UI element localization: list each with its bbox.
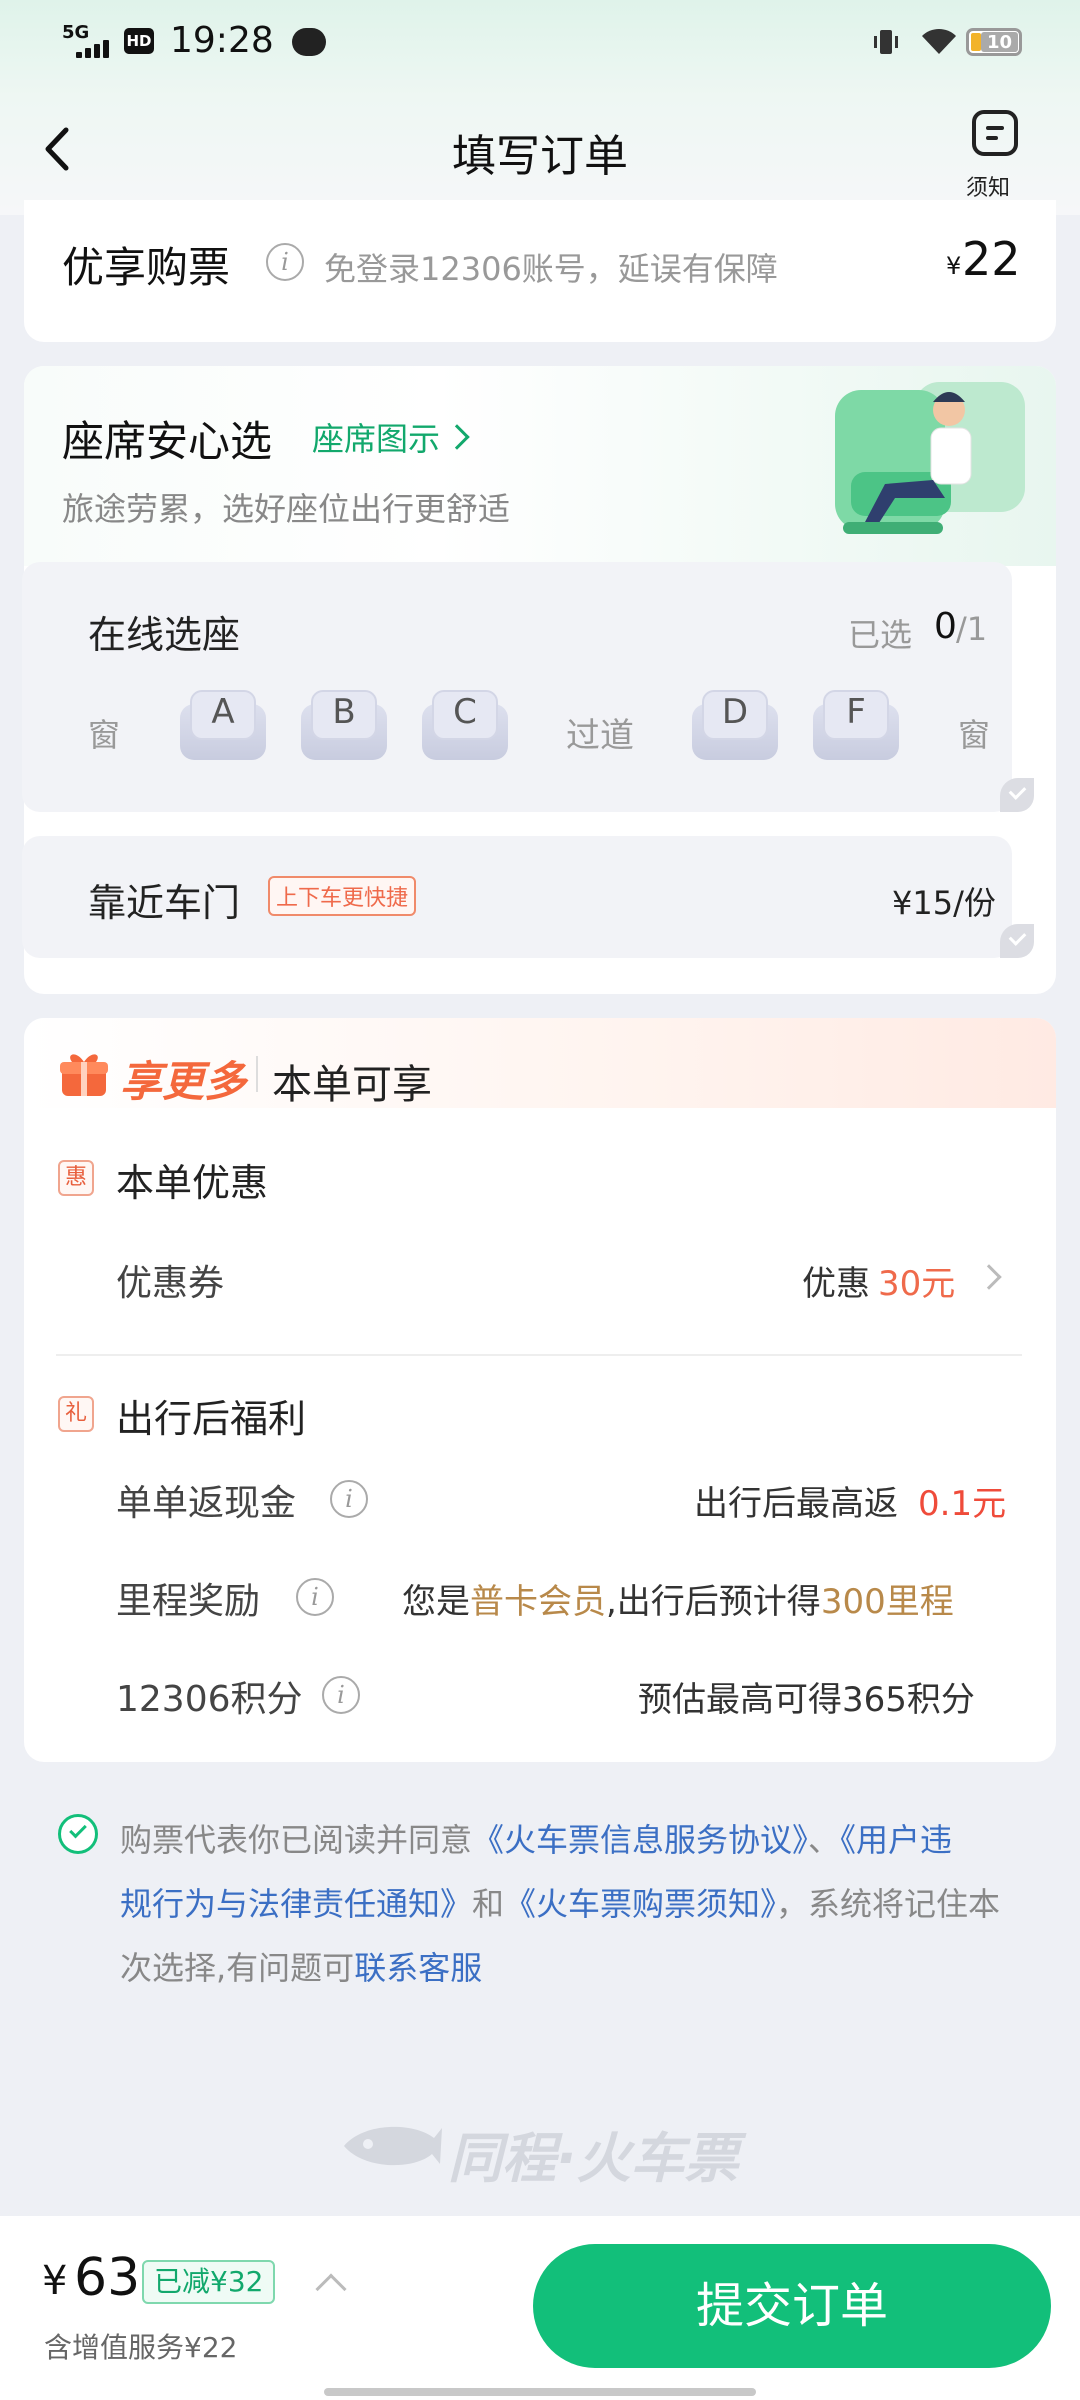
seat-c-button[interactable]: C bbox=[422, 690, 508, 760]
seat-f-label: F bbox=[846, 692, 866, 732]
violation-notice-link[interactable]: 《用户违 bbox=[840, 1821, 952, 1859]
notice-label[interactable]: 须知 bbox=[966, 170, 1010, 202]
gift-icon bbox=[60, 1054, 108, 1096]
seat-section-subtitle: 旅途劳累，选好座位出行更舒适 bbox=[62, 490, 511, 528]
cashback-prefix: 出行后最高返 bbox=[694, 1484, 898, 1524]
seat-f-button[interactable]: F bbox=[813, 690, 899, 760]
info-icon[interactable]: i bbox=[330, 1480, 368, 1518]
info-icon[interactable]: i bbox=[322, 1676, 360, 1714]
agreement-suffix: ，系统将记住本 bbox=[776, 1885, 1001, 1923]
wifi-icon bbox=[922, 28, 956, 54]
near-door-title: 靠近车门 bbox=[88, 881, 241, 925]
notice-icon[interactable] bbox=[972, 110, 1018, 156]
premium-currency: ¥ bbox=[946, 252, 962, 280]
check-icon bbox=[69, 1820, 87, 1839]
online-seat-panel bbox=[22, 562, 1012, 812]
page-title: 填写订单 bbox=[452, 131, 628, 182]
home-indicator[interactable] bbox=[324, 2388, 756, 2396]
discount-icon: 惠 bbox=[58, 1160, 94, 1196]
signal-icon bbox=[76, 38, 110, 58]
mileage-text: ,出行后预计得 bbox=[606, 1582, 821, 1622]
agreement-line3: 次选择,有问题可 bbox=[120, 1949, 355, 1987]
seat-c-label: C bbox=[453, 692, 477, 732]
aisle-label: 过道 bbox=[566, 716, 634, 756]
mileage-text: 您是 bbox=[402, 1582, 470, 1622]
selected-total: /1 bbox=[956, 610, 988, 648]
benefits-brand: 享更多 bbox=[120, 1057, 247, 1106]
cashback-label: 单单返现金 bbox=[116, 1483, 297, 1524]
member-level: 普卡会员 bbox=[470, 1582, 606, 1622]
total-currency: ¥ bbox=[42, 2258, 68, 2304]
premium-desc: 免登录12306账号，延误有保障 bbox=[324, 250, 778, 288]
near-door-tag: 上下车更快捷 bbox=[268, 876, 417, 916]
and-text: 和 bbox=[472, 1885, 505, 1923]
seat-d-button[interactable]: D bbox=[692, 690, 778, 760]
seat-d-label: D bbox=[721, 692, 749, 732]
purchase-notice-link[interactable]: 《火车票购票须知》 bbox=[504, 1885, 776, 1923]
message-icon bbox=[292, 28, 326, 56]
seat-b-label: B bbox=[332, 692, 356, 732]
separator: 、 bbox=[808, 1821, 841, 1859]
service-fee-note: 含增值服务¥22 bbox=[44, 2331, 238, 2364]
premium-label: 优享购票 bbox=[62, 243, 231, 292]
agreement-text: 购票代表你已阅读并同意《火车票信息服务协议》、《用户违 规行为与法律责任通知》和… bbox=[120, 1808, 1040, 2000]
coupon-row[interactable] bbox=[0, 1232, 1080, 1322]
contact-support-link[interactable]: 联系客服 bbox=[354, 1949, 482, 1987]
fish-logo-icon bbox=[344, 2126, 442, 2166]
seat-a-label: A bbox=[211, 692, 235, 732]
online-seat-title: 在线选座 bbox=[88, 613, 241, 657]
discount-title: 本单优惠 bbox=[116, 1161, 269, 1205]
cashback-value: 0.1元 bbox=[918, 1484, 1007, 1524]
selected-count: 0 bbox=[934, 606, 957, 647]
window-right-label: 窗 bbox=[958, 716, 991, 754]
service-agreement-link[interactable]: 《火车票信息服务协议》 bbox=[472, 1821, 808, 1859]
seat-section-title: 座席安心选 bbox=[62, 417, 273, 466]
seat-illustration bbox=[835, 382, 1025, 534]
battery-icon: 10 bbox=[966, 28, 1022, 56]
hd-icon: HD bbox=[124, 28, 154, 54]
selected-label: 已选 bbox=[848, 616, 913, 654]
premium-price: 22 bbox=[962, 232, 1021, 286]
check-icon bbox=[1000, 924, 1034, 958]
near-door-price: ¥15/份 bbox=[892, 884, 996, 922]
seat-a-button[interactable]: A bbox=[180, 690, 266, 760]
mileage-label: 里程奖励 bbox=[116, 1581, 261, 1622]
info-icon[interactable]: i bbox=[296, 1578, 334, 1616]
watermark-brand: 同程·火车票 bbox=[448, 2127, 739, 2190]
window-left-label: 窗 bbox=[88, 716, 121, 754]
status-time: 19:28 bbox=[170, 20, 274, 61]
vibrate-icon bbox=[874, 30, 898, 54]
divider bbox=[56, 1354, 1022, 1356]
mileage-amount: 300里程 bbox=[820, 1582, 954, 1622]
check-icon bbox=[1000, 778, 1034, 812]
saved-badge: 已减¥32 bbox=[142, 2260, 276, 2304]
info-icon[interactable]: i bbox=[266, 243, 304, 281]
violation-notice-link[interactable]: 规行为与法律责任通知》 bbox=[120, 1885, 472, 1923]
mileage-value: 您是普卡会员,出行后预计得300里程 bbox=[402, 1574, 954, 1623]
battery-level: 10 bbox=[981, 32, 1018, 53]
after-benefits-title: 出行后福利 bbox=[116, 1397, 307, 1441]
seat-diagram-link[interactable]: 座席图示 bbox=[312, 414, 440, 460]
gift-section-icon: 礼 bbox=[58, 1396, 94, 1432]
seat-b-button[interactable]: B bbox=[301, 690, 387, 760]
points-label: 12306积分 bbox=[116, 1679, 303, 1720]
submit-order-button[interactable]: 提交订单 bbox=[533, 2244, 1051, 2368]
points-value: 预估最高可得365积分 bbox=[638, 1680, 975, 1720]
agreement-prefix: 购票代表你已阅读并同意 bbox=[120, 1821, 473, 1859]
benefits-header: 本单可享 bbox=[272, 1062, 432, 1108]
divider bbox=[256, 1056, 258, 1092]
agreement-checkbox[interactable] bbox=[58, 1814, 98, 1854]
total-price: 63 bbox=[74, 2248, 141, 2308]
